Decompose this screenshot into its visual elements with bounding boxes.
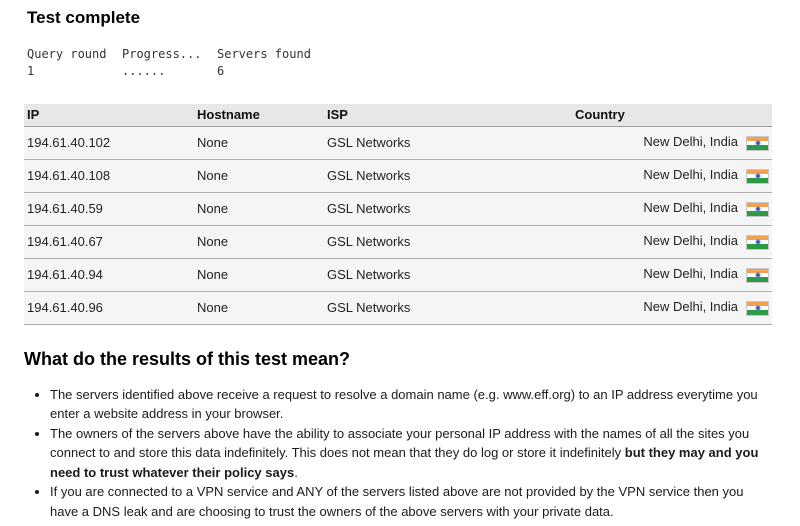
country-cell: New Delhi, India: [572, 126, 772, 159]
table-row: 194.61.40.94 None GSL Networks New Delhi…: [24, 258, 772, 291]
explanation-list: The servers identified above receive a r…: [24, 385, 772, 522]
hostname-cell: None: [194, 159, 324, 192]
explanation-bullet-server-owners: The owners of the servers above have the…: [50, 424, 772, 483]
server-table-body: 194.61.40.102 None GSL Networks New Delh…: [24, 126, 772, 324]
table-row: 194.61.40.96 None GSL Networks New Delhi…: [24, 291, 772, 324]
ip-cell: 194.61.40.94: [24, 258, 194, 291]
isp-cell: GSL Networks: [324, 225, 572, 258]
table-row: 194.61.40.67 None GSL Networks New Delhi…: [24, 225, 772, 258]
ip-cell: 194.61.40.108: [24, 159, 194, 192]
country-cell: New Delhi, India: [572, 159, 772, 192]
india-flag-icon: [746, 301, 769, 316]
country-label: New Delhi, India: [643, 200, 738, 215]
column-header-hostname: Hostname: [194, 104, 324, 126]
results-explanation-title: What do the results of this test mean?: [24, 349, 772, 370]
ip-cell: 194.61.40.96: [24, 291, 194, 324]
page-title: Test complete: [27, 8, 772, 28]
status-progress-value: ......: [122, 63, 217, 80]
india-flag-icon: [746, 136, 769, 151]
status-progress-label: Progress...: [122, 46, 217, 63]
table-row: 194.61.40.102 None GSL Networks New Delh…: [24, 126, 772, 159]
isp-cell: GSL Networks: [324, 159, 572, 192]
india-flag-icon: [746, 268, 769, 283]
ip-cell: 194.61.40.102: [24, 126, 194, 159]
table-row: 194.61.40.108 None GSL Networks New Delh…: [24, 159, 772, 192]
bullet-text: .: [294, 465, 298, 480]
isp-cell: GSL Networks: [324, 192, 572, 225]
country-cell: New Delhi, India: [572, 291, 772, 324]
isp-cell: GSL Networks: [324, 258, 572, 291]
india-flag-icon: [746, 235, 769, 250]
status-progress: Progress... ......: [122, 46, 217, 80]
explanation-bullet-dns-resolution: The servers identified above receive a r…: [50, 385, 772, 424]
status-servers-found-label: Servers found: [217, 46, 312, 63]
india-flag-icon: [746, 169, 769, 184]
column-header-ip: IP: [24, 104, 194, 126]
status-query-round-value: 1: [27, 63, 122, 80]
ip-cell: 194.61.40.67: [24, 225, 194, 258]
page-container: Test complete Query round 1 Progress... …: [24, 8, 772, 526]
country-cell: New Delhi, India: [572, 258, 772, 291]
hostname-cell: None: [194, 225, 324, 258]
bullet-text: If you are connected to a VPN service an…: [50, 484, 743, 519]
status-servers-found-value: 6: [217, 63, 312, 80]
table-header-row: IP Hostname ISP Country: [24, 104, 772, 126]
column-header-isp: ISP: [324, 104, 572, 126]
country-label: New Delhi, India: [643, 134, 738, 149]
query-status-strip: Query round 1 Progress... ...... Servers…: [27, 46, 772, 80]
ip-cell: 194.61.40.59: [24, 192, 194, 225]
country-label: New Delhi, India: [643, 233, 738, 248]
hostname-cell: None: [194, 258, 324, 291]
status-query-round: Query round 1: [27, 46, 122, 80]
status-servers-found: Servers found 6: [217, 46, 312, 80]
country-cell: New Delhi, India: [572, 225, 772, 258]
country-label: New Delhi, India: [643, 167, 738, 182]
hostname-cell: None: [194, 126, 324, 159]
bullet-text: The servers identified above receive a r…: [50, 387, 758, 422]
india-flag-icon: [746, 202, 769, 217]
hostname-cell: None: [194, 192, 324, 225]
country-label: New Delhi, India: [643, 266, 738, 281]
status-query-round-label: Query round: [27, 46, 122, 63]
table-row: 194.61.40.59 None GSL Networks New Delhi…: [24, 192, 772, 225]
country-cell: New Delhi, India: [572, 192, 772, 225]
isp-cell: GSL Networks: [324, 126, 572, 159]
explanation-bullet-vpn-leak: If you are connected to a VPN service an…: [50, 482, 772, 521]
column-header-country: Country: [572, 104, 772, 126]
country-label: New Delhi, India: [643, 299, 738, 314]
hostname-cell: None: [194, 291, 324, 324]
isp-cell: GSL Networks: [324, 291, 572, 324]
server-results-table: IP Hostname ISP Country 194.61.40.102 No…: [24, 104, 772, 325]
